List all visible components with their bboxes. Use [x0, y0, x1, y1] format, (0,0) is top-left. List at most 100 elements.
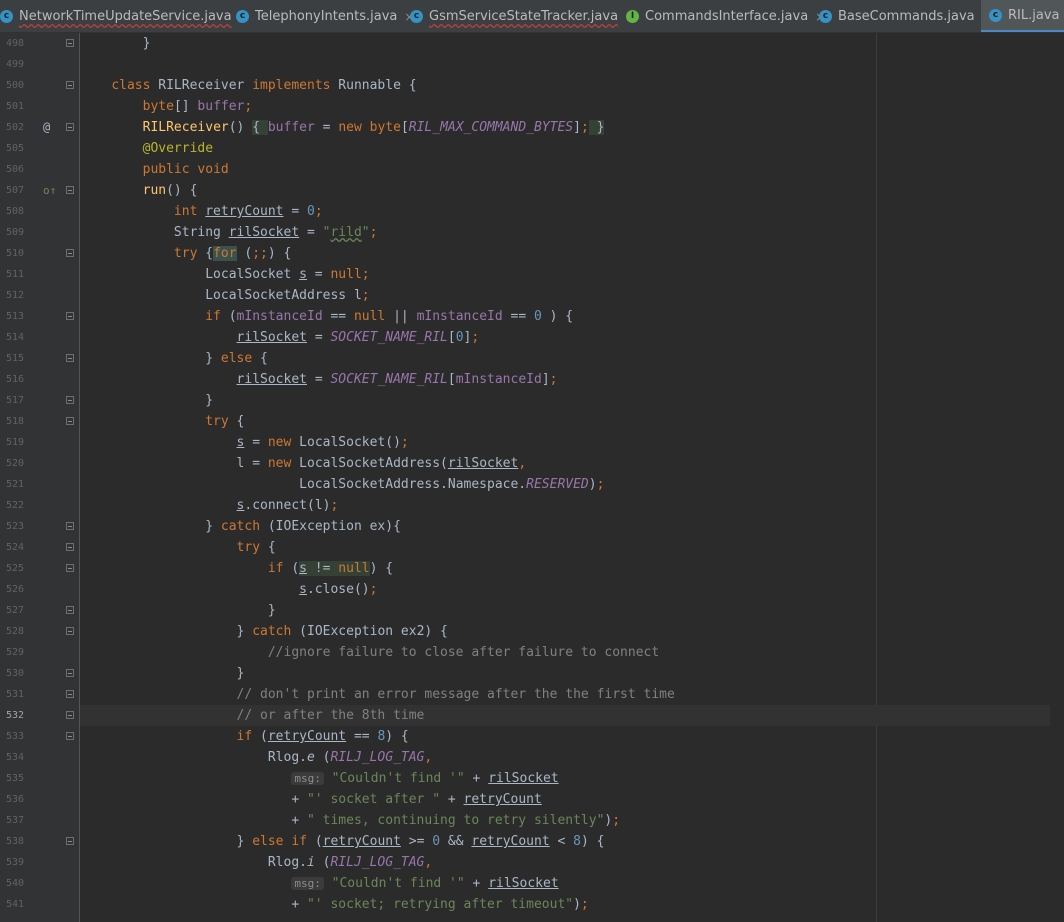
code-text[interactable]: } catch (IOException ex){ — [80, 516, 1064, 537]
code-text[interactable] — [80, 54, 1064, 75]
line-number: 500 — [5, 80, 24, 91]
code-text[interactable]: } catch (IOException ex2) { — [80, 621, 1064, 642]
line-number: 502 — [5, 122, 24, 133]
code-text[interactable]: msg: "Couldn't find '" + rilSocket — [80, 873, 1064, 894]
code-text[interactable]: } — [80, 600, 1064, 621]
fold-icon[interactable] — [66, 354, 74, 362]
code-text[interactable]: } else { — [80, 348, 1064, 369]
fold-icon[interactable] — [66, 81, 74, 89]
code-line: 535 msg: "Couldn't find '" + rilSocket — [0, 768, 1064, 789]
code-text[interactable]: msg: "Couldn't find '" + rilSocket — [80, 768, 1064, 789]
code-line: 537 + " times, continuing to retry silen… — [0, 810, 1064, 831]
line-number: 509 — [5, 227, 24, 238]
line-number: 523 — [5, 521, 24, 532]
line-number: 506 — [5, 164, 24, 175]
code-line: 522 s.connect(l); — [0, 495, 1064, 516]
line-number: 532 — [5, 710, 24, 721]
code-text[interactable]: if (retryCount == 8) { — [80, 726, 1064, 747]
fold-icon[interactable] — [66, 312, 74, 320]
line-number: 521 — [5, 479, 24, 490]
tab-networktimeupdateservice[interactable]: NetworkTimeUpdateService.java × — [0, 0, 249, 32]
code-text[interactable]: if (s != null) { — [80, 558, 1064, 579]
code-text[interactable]: // don't print an error message after th… — [80, 684, 1064, 705]
code-text[interactable]: // or after the 8th time — [80, 705, 1064, 726]
code-text[interactable]: public void — [80, 159, 1064, 180]
code-line: 521 LocalSocketAddress.Namespace.RESERVE… — [0, 474, 1064, 495]
code-text[interactable]: //ignore failure to close after failure … — [80, 642, 1064, 663]
fold-icon[interactable] — [66, 249, 74, 257]
code-text[interactable]: run() { — [80, 180, 1064, 201]
code-text[interactable]: l = new LocalSocketAddress(rilSocket, — [80, 453, 1064, 474]
fold-icon[interactable] — [66, 564, 74, 572]
fold-icon[interactable] — [66, 123, 74, 131]
tab-telephonyintents[interactable]: TelephonyIntents.java × — [236, 0, 414, 32]
code-text[interactable]: try { — [80, 537, 1064, 558]
code-text[interactable]: Rlog.i (RILJ_LOG_TAG, — [80, 852, 1064, 873]
line-number: 522 — [5, 500, 24, 511]
code-text[interactable]: rilSocket = SOCKET_NAME_RIL[0]; — [80, 327, 1064, 348]
line-number: 525 — [5, 563, 24, 574]
code-text[interactable]: + "' socket; retrying after timeout"); — [80, 894, 1064, 915]
code-line: 519 s = new LocalSocket(); — [0, 432, 1064, 453]
tab-basecommands[interactable]: BaseCommands.java × — [819, 0, 992, 32]
tab-gsmservicestatetracker[interactable]: GsmServiceStateTracker.java × — [410, 0, 635, 32]
line-number: 512 — [5, 290, 24, 301]
code-text[interactable]: s = new LocalSocket(); — [80, 432, 1064, 453]
code-text[interactable]: LocalSocket s = null; — [80, 264, 1064, 285]
line-number: 507 — [5, 185, 24, 196]
fold-icon[interactable] — [66, 39, 74, 47]
code-line: 528 } catch (IOException ex2) { — [0, 621, 1064, 642]
code-text[interactable]: LocalSocketAddress.Namespace.RESERVED); — [80, 474, 1064, 495]
code-text[interactable]: rilSocket = SOCKET_NAME_RIL[mInstanceId]… — [80, 369, 1064, 390]
code-text[interactable]: LocalSocketAddress l; — [80, 285, 1064, 306]
fold-icon[interactable] — [66, 543, 74, 551]
line-number: 519 — [5, 437, 24, 448]
code-text[interactable]: byte[] buffer; — [80, 96, 1064, 117]
code-text[interactable]: RILReceiver() { buffer = new byte[RIL_MA… — [80, 117, 1064, 138]
code-text[interactable]: int retryCount = 0; — [80, 201, 1064, 222]
tab-label: TelephonyIntents.java — [255, 9, 398, 24]
code-text[interactable]: Rlog.e (RILJ_LOG_TAG, — [80, 747, 1064, 768]
fold-icon[interactable] — [66, 690, 74, 698]
line-number: 498 — [5, 38, 24, 49]
code-text[interactable]: s.connect(l); — [80, 495, 1064, 516]
tab-label: NetworkTimeUpdateService.java — [19, 9, 232, 24]
vertical-scrollbar[interactable] — [1050, 33, 1064, 922]
code-text[interactable]: } — [80, 663, 1064, 684]
fold-icon[interactable] — [66, 396, 74, 404]
fold-icon[interactable] — [66, 627, 74, 635]
code-text[interactable]: String rilSocket = "rild"; — [80, 222, 1064, 243]
class-icon — [819, 10, 832, 23]
code-text[interactable]: + "' socket after " + retryCount — [80, 789, 1064, 810]
tab-commandsinterface[interactable]: CommandsInterface.java × — [626, 0, 825, 32]
at-marker-icon[interactable]: @ — [43, 117, 50, 138]
line-number: 515 — [5, 353, 24, 364]
code-line: 530 } — [0, 663, 1064, 684]
fold-icon[interactable] — [66, 711, 74, 719]
code-text[interactable]: + " times, continuing to retry silently"… — [80, 810, 1064, 831]
code-text[interactable]: try { — [80, 411, 1064, 432]
fold-icon[interactable] — [66, 606, 74, 614]
code-line: 508 int retryCount = 0; — [0, 201, 1064, 222]
line-number: 508 — [5, 206, 24, 217]
code-line: 506 public void — [0, 159, 1064, 180]
code-text[interactable]: } else if (retryCount >= 0 && retryCount… — [80, 831, 1064, 852]
fold-icon[interactable] — [66, 837, 74, 845]
fold-icon[interactable] — [66, 669, 74, 677]
code-text[interactable]: } — [80, 390, 1064, 411]
fold-icon[interactable] — [66, 186, 74, 194]
code-line: 515 } else { — [0, 348, 1064, 369]
code-text[interactable]: @Override — [80, 138, 1064, 159]
override-marker-icon[interactable]: o↑ — [43, 180, 56, 201]
code-line: 509 String rilSocket = "rild"; — [0, 222, 1064, 243]
code-text[interactable]: } — [80, 33, 1064, 54]
fold-icon[interactable] — [66, 417, 74, 425]
code-text[interactable]: class RILReceiver implements Runnable { — [80, 75, 1064, 96]
code-text[interactable]: s.close(); — [80, 579, 1064, 600]
fold-icon[interactable] — [66, 732, 74, 740]
fold-icon[interactable] — [66, 522, 74, 530]
code-line: 501 byte[] buffer; — [0, 96, 1064, 117]
code-text[interactable]: try {for (;;) { — [80, 243, 1064, 264]
code-text[interactable]: if (mInstanceId == null || mInstanceId =… — [80, 306, 1064, 327]
tab-ril[interactable]: RIL.java — [981, 0, 1064, 32]
